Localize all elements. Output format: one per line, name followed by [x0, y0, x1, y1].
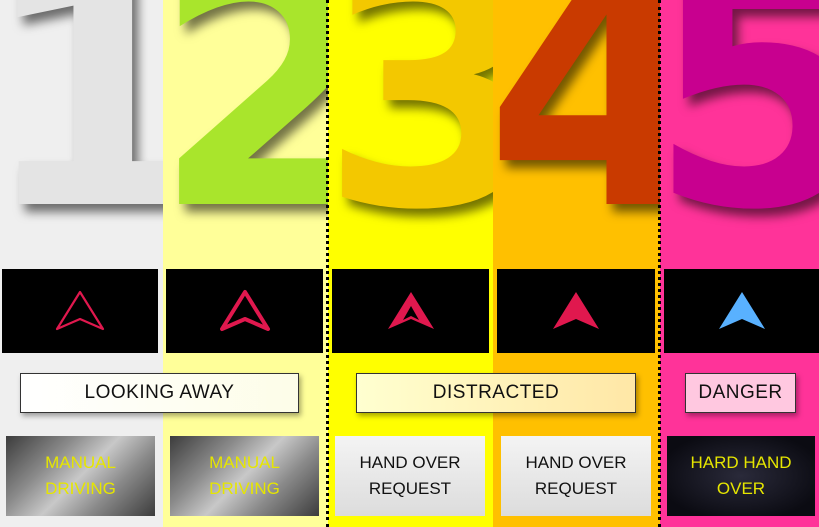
hollow-triangle-icon — [55, 290, 105, 331]
level-3-digit: 3 — [328, 0, 493, 282]
hard-hand-over-card: HARD HAND OVER — [667, 436, 815, 516]
level-2-icon-box — [166, 269, 323, 353]
level-5-digit: 5 — [660, 0, 819, 282]
looking-away-label: LOOKING AWAY — [20, 373, 299, 413]
manual-driving-card-2: MANUAL DRIVING — [170, 436, 319, 516]
hand-over-request-card-2: HAND OVER REQUEST — [501, 436, 651, 516]
danger-label: DANGER — [685, 373, 796, 413]
arrow-triangle-icon — [219, 290, 270, 331]
level-3-icon-box — [332, 269, 489, 353]
hard-hand-over-text: HARD HAND OVER — [690, 453, 792, 498]
level-2-digit: 2 — [163, 0, 328, 282]
hand-over-request-text: HAND OVER REQUEST — [359, 453, 461, 498]
arrow-triangle-icon — [718, 292, 765, 329]
distracted-label: DISTRACTED — [356, 373, 636, 413]
divider-right — [658, 0, 661, 527]
level-4-digit: 4 — [493, 0, 660, 282]
level-5-icon-box — [664, 269, 819, 353]
manual-driving-text: MANUAL DRIVING — [45, 453, 116, 498]
divider-left — [326, 0, 329, 527]
arrow-triangle-icon — [553, 292, 599, 329]
manual-driving-text: MANUAL DRIVING — [209, 453, 280, 498]
hand-over-request-card-1: HAND OVER REQUEST — [335, 436, 485, 516]
hand-over-request-text: HAND OVER REQUEST — [525, 453, 627, 498]
level-1-icon-box — [2, 269, 158, 353]
manual-driving-card-1: MANUAL DRIVING — [6, 436, 155, 516]
arrow-triangle-icon — [387, 292, 434, 329]
level-4-icon-box — [497, 269, 655, 353]
level-1-digit: 1 — [0, 0, 163, 282]
